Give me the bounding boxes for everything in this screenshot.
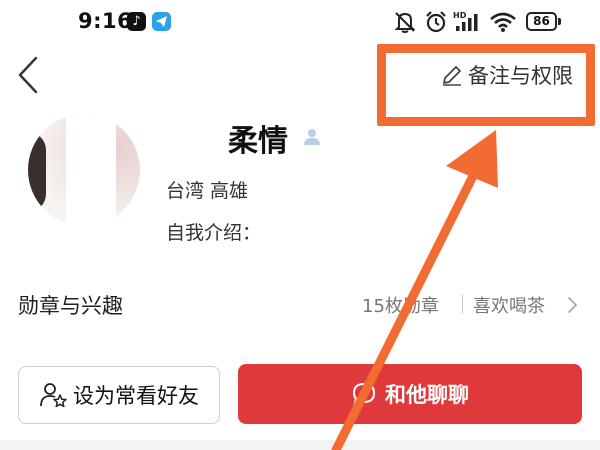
status-time: 9:16 [78,9,133,33]
svg-text:HD: HD [453,11,467,20]
mute-icon [394,12,416,33]
chevron-left-icon[interactable] [14,54,42,96]
profile-location: 台湾 高雄 [166,180,249,202]
chat-button-label: 和他聊聊 [385,383,469,407]
chat-button[interactable]: 和他聊聊 [238,364,582,424]
divider [462,294,463,314]
chat-bubble-icon [352,382,376,405]
avatar[interactable] [28,114,140,226]
telegram-icon [152,12,171,31]
set-favorite-friend-button[interactable]: 设为常看好友 [18,366,220,424]
signal-icon: HD [453,11,478,31]
highlight-box [377,44,595,126]
status-bar: 9:16 ♪ HD 86 [0,0,600,44]
profile-name: 柔情 [228,124,288,159]
set-favorite-friend-label: 设为常看好友 [73,384,199,408]
battery-icon: 86 [526,12,557,31]
wifi-icon [490,12,516,32]
section-divider [0,440,600,450]
badge-count[interactable]: 15枚勋章 [362,292,439,318]
user-star-icon [40,383,67,408]
battery-tip [558,18,561,25]
tiktok-icon: ♪ [127,12,146,31]
alarm-icon [426,11,446,33]
interest-tag[interactable]: 喜欢喝茶 [473,292,545,318]
profile-intro: 自我介绍： [166,222,262,244]
chevron-right-icon[interactable] [567,296,579,314]
badges-interests-title[interactable]: 勋章与兴趣 [18,290,123,320]
user-icon [304,129,320,145]
